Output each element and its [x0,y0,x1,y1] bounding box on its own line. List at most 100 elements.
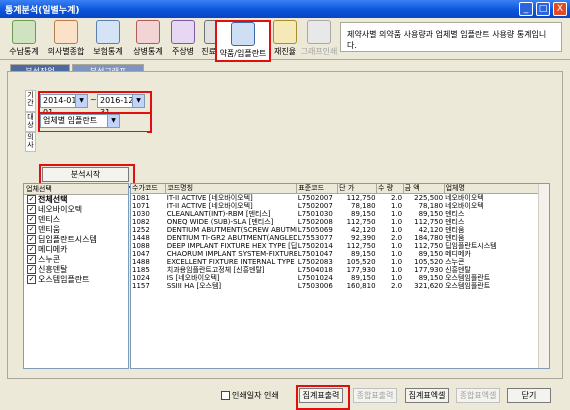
company-list-item[interactable]: ✓ 스누콘 [24,255,128,265]
close-dialog-button[interactable]: 닫기 [507,388,551,403]
company-checkbox[interactable]: ✓ [27,245,36,254]
summary-excel-button[interactable]: 집계표엑셀 [405,388,449,403]
toolbar-btn-payment-stats[interactable]: 수납통계 [4,20,44,58]
table-cell: 신흥덴탈 [445,266,471,274]
table-cell: 1.0 [391,226,403,234]
column-header[interactable]: 업체명 [444,184,549,194]
maximize-button[interactable]: □ [536,2,550,16]
table-cell: 메디메카 [445,250,471,258]
table-row[interactable]: 1024 IS [네오바이오텍] L7501024 89,150 1.0 89,150 오스… [131,274,549,282]
table-cell: 1088 [132,242,150,250]
company-list-item[interactable]: ✓ 딥임플란트시스템 [24,235,128,245]
company-list-item[interactable]: ✓ 네오바이오텍 [24,205,128,215]
column-header[interactable]: 금 액 [403,184,445,194]
table-cell: 112,750 [346,242,376,250]
column-header[interactable]: 수가코드 [131,184,167,194]
type-label: 대상 [25,112,36,132]
summary-print-button[interactable]: 집계표출력 [299,388,343,403]
company-list-item[interactable]: ✓ 신흥덴탈 [24,265,128,275]
company-label: 딥임플란트시스템 [38,235,97,244]
toolbar-btn-doctor-summary[interactable]: 의사별종합 [44,20,88,58]
total-excel-button[interactable]: 종합표엑셀 [456,388,500,403]
company-checkbox[interactable]: ✓ [27,225,36,234]
company-checkbox[interactable]: ✓ [27,195,36,204]
table-cell: 92,390 [351,234,376,242]
print-date-checkbox[interactable] [221,391,230,400]
table-cell: 78,180 [351,202,376,210]
company-checkbox[interactable]: ✓ [27,255,36,264]
table-row[interactable]: 1252 DENTIUM ABUTMENT(SCREW ABUTMENT) [덴.… [131,226,549,234]
table-row[interactable]: 1157 SSIII HA [오스템] L7503006 160,810 2.0 321,… [131,282,549,290]
company-checkbox[interactable]: ✓ [27,205,36,214]
company-checkbox[interactable]: ✓ [27,235,36,244]
company-checkbox[interactable]: ✓ [27,215,36,224]
table-cell: CHAORUM IMPLANT SYSTEM-FIXTURE( ) ... [166,250,297,258]
toolbar-btn-insurance-stats[interactable]: 보험통계 [88,20,128,58]
table-cell: 2.0 [391,282,403,290]
table-cell: IS [네오바이오텍] [166,274,220,282]
table-cell: L7502008 [297,218,333,226]
table-row[interactable]: 1448 DENTIUM TI-GR2 ABUTMENT(ANGLED ABUT.… [131,234,549,242]
table-cell: 1157 [132,282,150,290]
table-row[interactable]: 1081 IT-II ACTIVE [네오바이오텍] L7502007 112,750… [131,194,549,203]
company-list-item[interactable]: ✓ 전체선택 [24,195,128,205]
type-select[interactable]: 업체별 임플란트 ▼ [40,114,120,128]
vertical-scrollbar[interactable] [538,184,549,368]
table-cell: 89,150 [418,274,444,282]
table-cell: L7501024 [297,274,333,282]
table-cell: 105,520 [414,258,444,266]
table-cell: 치과용임플란트고정체 [신흥덴탈] [166,266,265,274]
table-cell: 2.0 [391,194,403,202]
window-title: 통계분석(일별누계) [5,6,80,16]
table-row[interactable]: 1082 ONEQ WIDE (SUB)-SLA [덴티스] L7502008 112… [131,218,549,226]
table-cell: SSIII HA [오스템] [166,282,222,290]
table-cell: L7503006 [297,282,333,290]
doctor-field[interactable] [37,132,147,150]
table-cell: 덴티움 [445,226,465,234]
close-button[interactable]: X [553,2,567,16]
column-header[interactable]: 수 량 [376,184,404,194]
column-header[interactable]: 단 가 [337,184,378,194]
table-row[interactable]: 1030 CLEANLANT(INT)-RBM [덴티스] L7501030 89,1… [131,210,549,218]
minimize-button[interactable]: _ [519,2,533,16]
table-cell: IT-II ACTIVE [네오바이오텍] [166,202,253,210]
date-from-select[interactable]: 2014-01-01 ▼ [40,94,88,117]
chevron-down-icon: ▼ [107,115,119,127]
table-row[interactable]: 1088 DEEP IMPLANT FIXTURE HEX TYPE [딥임...… [131,242,549,250]
company-list-item[interactable]: ✓ 오스템임플란트 [24,275,128,285]
column-header[interactable]: 코드명칭 [165,184,298,194]
table-cell: 1448 [132,234,150,242]
table-row[interactable]: 1071 IT-II ACTIVE [네오바이오텍] L7502007 78,180 1… [131,202,549,210]
company-checkbox[interactable]: ✓ [27,265,36,274]
date-separator: ~ [90,95,97,104]
company-list-item[interactable]: ✓ 메디메카 [24,245,128,255]
table-cell: 1.0 [391,218,403,226]
toolbar-btn-medicine-implant[interactable]: 약품/임플란트 [215,20,271,62]
table-row[interactable]: 1488 EXCELLENT FIXTURE INTERNAL TYPE EF .… [131,258,549,266]
table-cell: L7504018 [297,266,333,274]
toolbar-btn-main-disease[interactable]: 주상병 [168,20,198,58]
toolbar-btn-graph-print[interactable]: 그래프인쇄 [300,20,338,58]
table-cell: 1252 [132,226,150,234]
table-cell: 89,150 [351,250,376,258]
start-analysis-button[interactable]: 분석시작 [42,167,129,182]
company-list-item[interactable]: ✓ 덴티스 [24,215,128,225]
date-to-select[interactable]: 2016-12-31 ▼ [97,94,145,117]
column-header[interactable]: 표준코드 [296,184,339,194]
table-row[interactable]: 1185 치과용임플란트고정체 [신흥덴탈] L7504018 177,930 1.0 1… [131,266,549,274]
table-cell: 덴티스 [445,210,465,218]
company-list-item[interactable]: ✓ 덴티움 [24,225,128,235]
company-checkbox[interactable]: ✓ [27,275,36,284]
table-cell: 160,810 [346,282,376,290]
table-cell: 덴티스 [445,218,465,226]
total-print-button[interactable]: 종합표출력 [353,388,397,403]
table-cell: L7501030 [297,210,333,218]
table-cell: 오스템임플란트 [445,282,491,290]
table-cell: EXCELLENT FIXTURE INTERNAL TYPE EF ... [166,258,297,266]
table-row[interactable]: 1047 CHAORUM IMPLANT SYSTEM-FIXTURE( ) ..… [131,250,549,258]
company-list-header: 업체선택 [24,184,128,195]
table-cell: 89,150 [351,210,376,218]
toolbar-btn-revisit-rate[interactable]: 재진율 [270,20,300,58]
print-date-option[interactable]: 인쇄일자 인쇄 [221,390,279,401]
toolbar-btn-disease-stats[interactable]: 상병통계 [128,20,168,58]
